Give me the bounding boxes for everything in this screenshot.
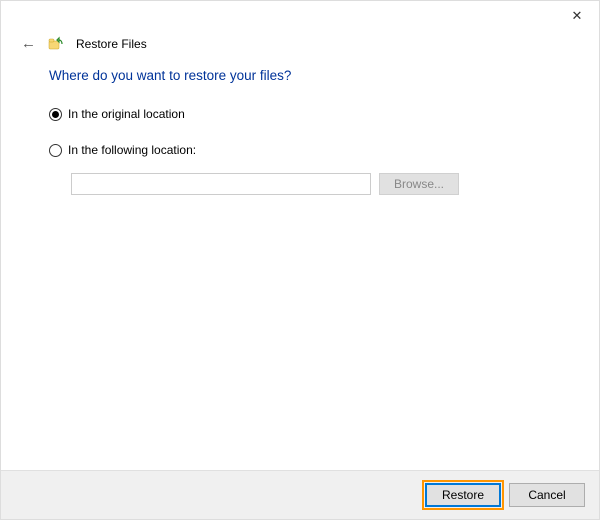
cancel-button[interactable]: Cancel bbox=[509, 483, 585, 507]
dialog-footer: Restore Cancel bbox=[1, 471, 599, 519]
radio-following-location[interactable]: In the following location: bbox=[49, 143, 551, 157]
radio-icon[interactable] bbox=[49, 144, 62, 157]
back-arrow-icon[interactable]: ← bbox=[21, 35, 36, 52]
browse-button: Browse... bbox=[379, 173, 459, 195]
radio-label: In the original location bbox=[68, 107, 185, 121]
path-input[interactable] bbox=[71, 173, 371, 195]
location-row: Browse... bbox=[71, 173, 551, 195]
window-title: Restore Files bbox=[76, 37, 147, 51]
radio-original-location[interactable]: In the original location bbox=[49, 107, 551, 121]
dialog-header: ← Restore Files bbox=[1, 31, 599, 52]
restore-files-icon bbox=[48, 36, 64, 52]
radio-icon[interactable] bbox=[49, 108, 62, 121]
restore-button[interactable]: Restore bbox=[425, 483, 501, 507]
restore-files-dialog: ✕ ← Restore Files Where do you want to r… bbox=[0, 0, 600, 520]
page-heading: Where do you want to restore your files? bbox=[49, 68, 551, 83]
radio-label: In the following location: bbox=[68, 143, 196, 157]
dialog-content: Where do you want to restore your files?… bbox=[1, 52, 599, 470]
titlebar: ✕ bbox=[1, 1, 599, 31]
close-icon[interactable]: ✕ bbox=[567, 6, 587, 26]
